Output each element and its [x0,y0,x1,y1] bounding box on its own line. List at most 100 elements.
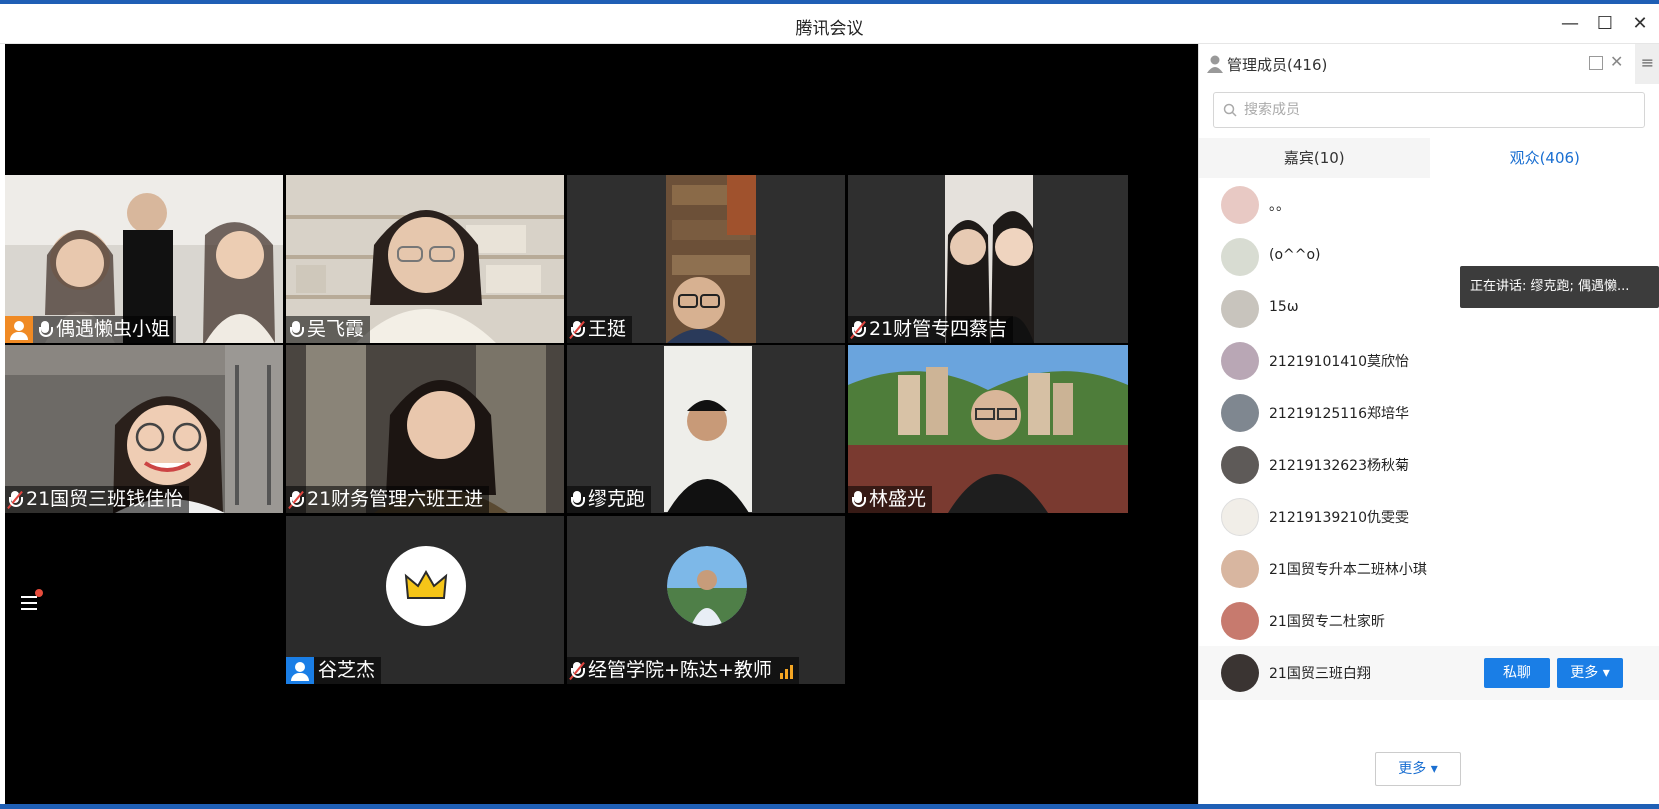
video-tile-9[interactable]: 谷芝杰 [286,516,564,684]
video-tile-3[interactable]: 王挺 [567,175,845,343]
crown-avatar [386,546,466,626]
member-more-button[interactable]: 更多 ▾ [1557,658,1623,688]
participant-nametag: 21财务管理六班王进 [286,486,490,513]
member-item[interactable]: 。。 [1199,178,1659,232]
video-tile-7[interactable]: 缪克跑 [567,345,845,513]
member-name: 21国贸三班白翔 [1269,666,1371,682]
more-label: 更多 [1398,761,1427,777]
member-avatar [1221,446,1259,484]
search-icon [1223,103,1237,117]
close-button[interactable]: ✕ [1627,12,1653,36]
members-panel: 管理成员(416) ✕ ≡ 搜索成员 嘉宾(10) 观众(406) 。。 (o^… [1198,44,1659,804]
member-name: 21219132623杨秋菊 [1269,458,1409,474]
participant-name: 缪克跑 [588,488,646,510]
participant-nametag: 缪克跑 [567,486,652,513]
mic-muted-icon [569,660,585,682]
search-placeholder: 搜索成员 [1244,102,1300,118]
member-avatar [1221,602,1259,640]
participant-nametag: 林盛光 [848,486,933,513]
mic-icon [850,489,866,511]
panel-menu-icon[interactable]: ≡ [1635,44,1659,84]
member-more-label: 更多 [1570,665,1599,681]
member-tabs: 嘉宾(10) 观众(406) [1199,138,1659,178]
close-panel-icon[interactable]: ✕ [1610,52,1623,71]
member-name: 21国贸专二杜家昕 [1269,614,1385,630]
panel-title: 管理成员(416) [1227,56,1328,74]
participant-name: 谷芝杰 [318,659,376,681]
participant-nametag: 王挺 [567,316,633,343]
member-name: 21219101410莫欣怡 [1269,354,1409,370]
member-avatar [1221,186,1259,224]
participant-nametag: 谷芝杰 [286,657,382,684]
participant-nametag: 偶遇懒虫小姐 [5,316,177,343]
video-tile-8[interactable]: 林盛光 [848,345,1128,513]
notification-dot [35,589,43,597]
user-icon [286,657,314,684]
video-stage: 偶遇懒虫小姐 吴飞霞 王挺 21财管专四蔡吉 21国贸三班钱佳怡 21财务管理六… [5,44,1198,804]
mic-icon [569,489,585,511]
video-tile-2[interactable]: 吴飞霞 [286,175,564,343]
member-name: (o^^o) [1269,247,1321,263]
participant-name: 21国贸三班钱佳怡 [26,488,184,510]
participant-name: 经管学院+陈达+教师 [588,659,772,681]
tab-audience[interactable]: 观众(406) [1429,138,1659,178]
member-name: 。。 [1269,198,1290,214]
meeting-window: 腾讯会议 — ☐ ✕ 偶遇懒虫小姐 吴飞霞 王挺 21财管专四蔡吉 21国贸三班… [0,4,1659,804]
video-tile-6[interactable]: 21财务管理六班王进 [286,345,564,513]
member-item[interactable]: 21219125116郑培华 [1199,386,1659,440]
crown-icon [404,569,448,599]
maximize-button[interactable]: ☐ [1592,12,1618,36]
member-list-icon[interactable] [17,589,43,613]
member-avatar [1221,342,1259,380]
member-item[interactable]: 21国贸专二杜家昕 [1199,594,1659,648]
panel-header: 管理成员(416) ✕ ≡ [1199,44,1659,84]
host-icon [5,316,33,343]
member-avatar [1221,550,1259,588]
signal-icon [779,663,793,679]
video-tile-1[interactable]: 偶遇懒虫小姐 [5,175,283,343]
tab-guests[interactable]: 嘉宾(10) [1199,138,1430,178]
mic-icon [288,319,304,341]
search-input[interactable]: 搜索成员 [1213,92,1645,128]
participant-name: 王挺 [588,318,627,340]
member-name: 15ω [1269,299,1299,315]
member-avatar [1221,290,1259,328]
speaking-tooltip: 正在讲话: 缪克跑; 偶遇懒... [1460,266,1659,308]
video-tile-4[interactable]: 21财管专四蔡吉 [848,175,1128,343]
participant-nametag: 21国贸三班钱佳怡 [5,486,190,513]
participant-name: 21财务管理六班王进 [307,488,484,510]
participant-name: 21财管专四蔡吉 [869,318,1008,340]
participant-nametag: 21财管专四蔡吉 [848,316,1014,343]
participant-name: 吴飞霞 [307,318,365,340]
mic-icon [37,319,53,341]
more-button[interactable]: 更多 ▾ [1375,752,1461,786]
member-item[interactable]: 21219101410莫欣怡 [1199,334,1659,388]
video-tile-10[interactable]: 经管学院+陈达+教师 [567,516,845,684]
video-tile-5[interactable]: 21国贸三班钱佳怡 [5,345,283,513]
mic-muted-icon [569,319,585,341]
mic-muted-icon [7,489,23,511]
member-name: 21219125116郑培华 [1269,406,1409,422]
person-icon [1207,55,1223,73]
member-name: 21国贸专升本二班林小琪 [1269,562,1427,578]
mic-muted-icon [850,319,866,341]
member-avatar [1221,394,1259,432]
member-avatar [1221,498,1259,536]
popout-icon[interactable] [1589,56,1603,70]
member-item[interactable]: 21国贸专升本二班林小琪 [1199,542,1659,596]
participant-nametag: 吴飞霞 [286,316,371,343]
member-item[interactable]: 21国贸三班白翔 私聊 更多 ▾ [1199,646,1659,700]
participant-nametag: 经管学院+陈达+教师 [567,657,799,684]
member-item[interactable]: 21219139210仇雯雯 [1199,490,1659,544]
window-title: 腾讯会议 [795,19,864,39]
participant-avatar [667,546,747,626]
participant-name: 偶遇懒虫小姐 [56,318,171,340]
title-bar: 腾讯会议 — ☐ ✕ [0,4,1659,44]
minimize-button[interactable]: — [1557,12,1583,36]
mic-muted-icon [288,489,304,511]
private-chat-button[interactable]: 私聊 [1484,658,1550,688]
member-avatar [1221,654,1259,692]
member-item[interactable]: 21219132623杨秋菊 [1199,438,1659,492]
member-avatar [1221,238,1259,276]
participant-name: 林盛光 [869,488,927,510]
